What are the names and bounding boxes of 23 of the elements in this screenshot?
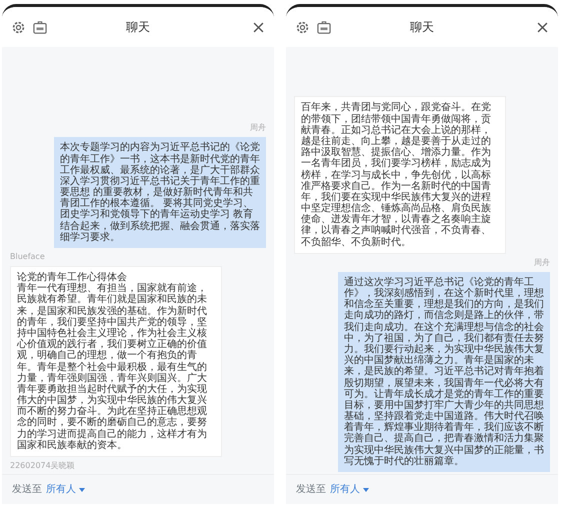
settings-icon[interactable] xyxy=(12,20,25,34)
settings-icon[interactable] xyxy=(296,20,309,34)
caret-icon xyxy=(79,488,85,492)
recipient-dropdown[interactable]: 所有人 xyxy=(46,482,85,497)
message-text: 百年来，共青团与党同心，跟党奋斗。在党的带领下，团结带领中国青年勇做闯将，贡献青春。正如习总书记在大会上说的那样，越是往前走、向上攀，越是要善于从走过的路中汲取智慧、提振信心、增添力量。作为一名青年团员，我们要学习榜样，励志成为榜样，在学习与成长中，争先创优，以高标准严格要求自己。作为一名新时代的中国青年，我们要在实现中华民族伟大复兴的进程中坚定理想信念、锤炼高尚品格、肩负民族使命、迸发青年才智，以青春之名奏响主旋律，以青春之声呐喊时代强音，不负青春、不负韶华、不负新时代。 xyxy=(301,102,492,248)
message-text: 本次专题学习的内容为习近平总书记的《论党的青年工作》一书，这本书是新时代党的青年工作最权威、最系统的论著，是广大干部群众深入学习贯彻习近平总书记关于青年工作的重要思想 的重要教材，是做好新时代青年和共青团工作的根本遵循。 要将其同党史学习、团史学习和党领导下的青年运动史学习 教育结合起来，做到系统把握、融会贯通，落实落细学习要求。 xyxy=(60,142,260,243)
message-text: 青年一代有理想、有担当，国家就有前途，民族就有希望。青年们就是国家和民族的未来，是国家和民族发强的基础。作为新时代的青年，我们要坚持中国共产党的领导，坚持中国特色社会主义理论，作为社会主义核心价值观的践行者，我们要树立正确的价值观，明确自己的理想，做一个有抱负的青年。青年是整个社会中最积极，最有生气的力量，青年强则国强，青年兴则国兴。广大青年要勇敢担当起时代赋予的大任，为实现伟大的中国梦，为实现中华民族的伟大复兴而不断的努力奋斗。为此在坚持正确思想观念的同时，要不断的磨砺自己的意志，要努力的学习进而提高自己的能力，这样才有为国家和民族奉献的资本。 xyxy=(17,283,208,451)
caret-icon xyxy=(363,488,369,492)
sender-name: 周舟 xyxy=(533,256,550,269)
message-text: 通过这次学习习近平总书记《论党的青年工作》，我深刻感悟到，在这个新时代里，理想和信念至关重要，理想是我们的方向，是我们走向成功的路灯，而信念则是路上的伙伴，带我们走向成功。在这个充满理想与信念的社会中，为了祖国，为了自己，我们都有责任去努力。我们要行动起来，为实现中华民族伟大复兴的中国梦献出绵薄之力。青年是国家的未来，是民族的希望。习近平总书记对青年抱着殷切期望，展望未来，我国青年一代必将大有可为。让青年成长成才是党的青年工作的重要目标，要用中国梦打牢广大青少年的共同思想基础，坚持跟着党走中国道路。伟大时代召唤着青年，辉煌事业期待着青年，我们应该不断完善自己、提高自己，把青春激情和活力集聚为实现中华民族伟大复兴中国梦的正能量，书写无愧于时代的壮丽篇章。 xyxy=(344,276,544,467)
send-to-label: 发送至 xyxy=(12,483,42,497)
chat-title: 聊天 xyxy=(409,19,435,36)
chat-title: 聊天 xyxy=(125,19,151,36)
sender-name: 22602074吴晓颖 xyxy=(10,460,76,472)
recipient-dropdown[interactable]: 所有人 xyxy=(330,482,369,497)
box-icon[interactable] xyxy=(33,20,47,34)
close-icon[interactable] xyxy=(537,22,548,32)
close-icon[interactable] xyxy=(253,22,264,32)
message-heading: 论党的青年工作心得体会 xyxy=(17,272,128,283)
sender-name: 周舟 xyxy=(249,122,266,134)
box-icon[interactable] xyxy=(317,20,331,34)
sender-name: Blueface xyxy=(10,251,46,263)
send-to-label: 发送至 xyxy=(296,483,326,497)
